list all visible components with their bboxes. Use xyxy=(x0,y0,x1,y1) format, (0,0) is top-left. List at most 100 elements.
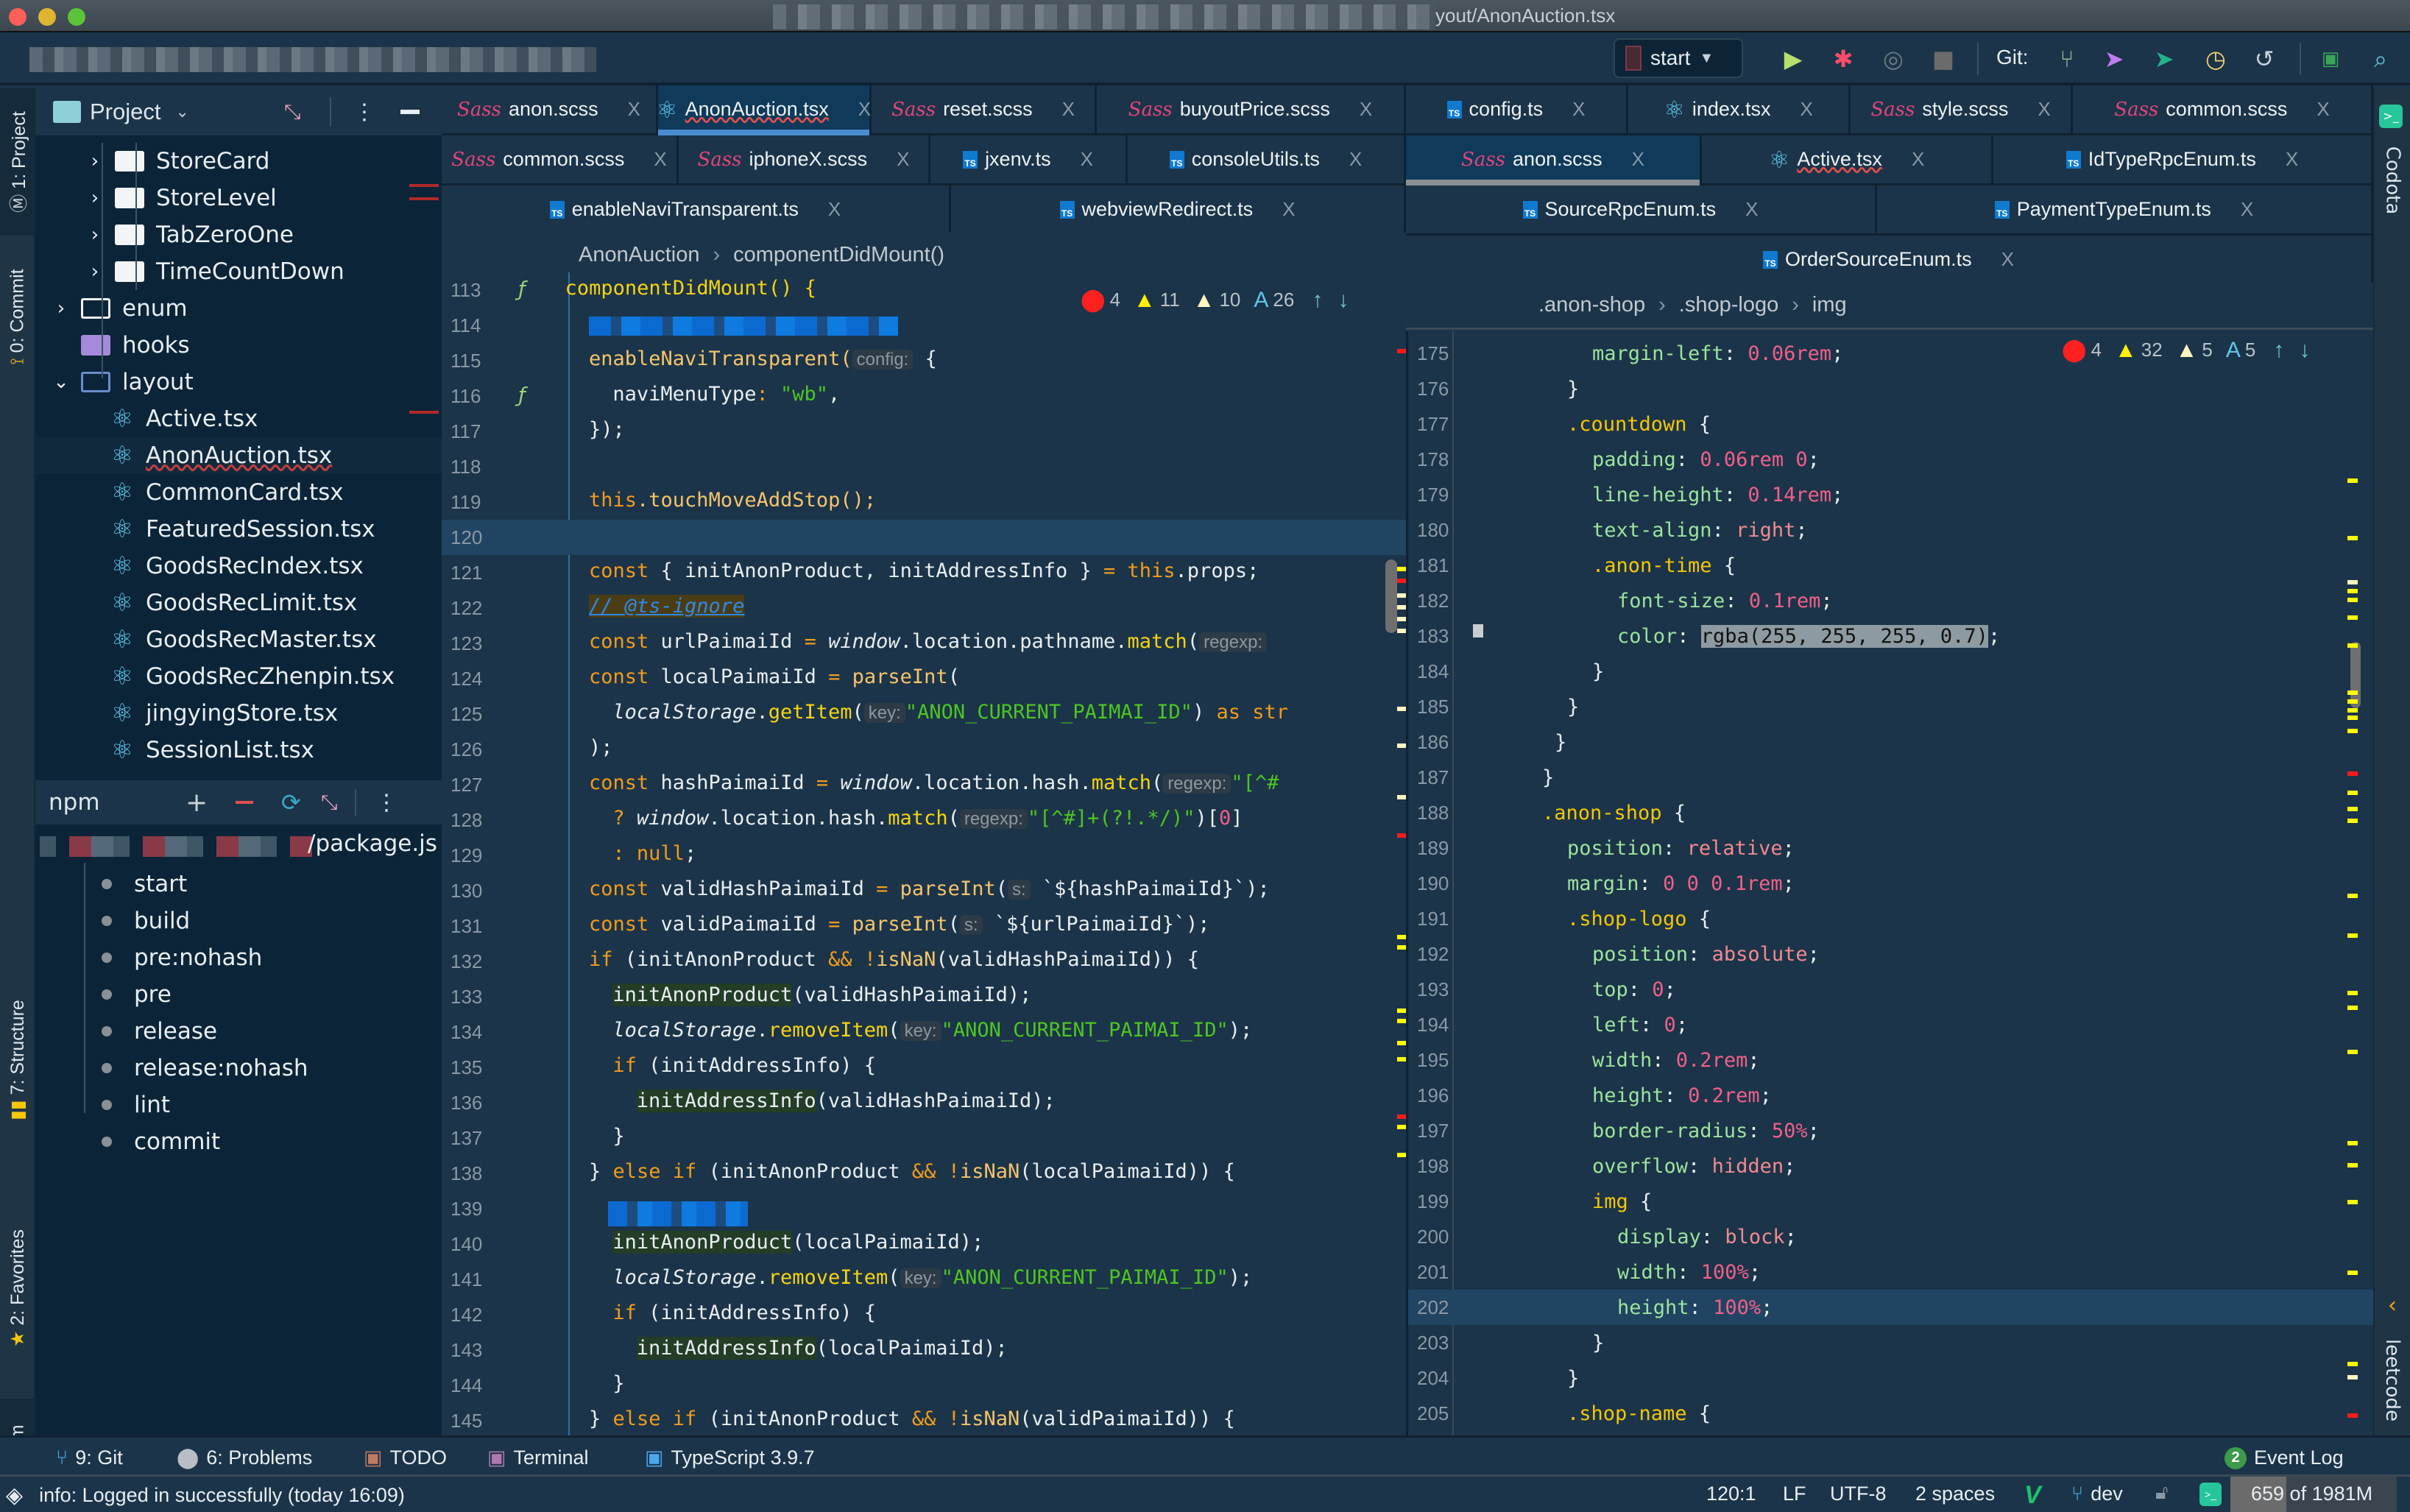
error-stripe-mark[interactable] xyxy=(2347,1200,2358,1204)
tool-window-problems[interactable]: ⬤ 6: Problems xyxy=(177,1446,312,1469)
error-stripe-mark[interactable] xyxy=(1397,1057,1406,1061)
error-stripe-mark[interactable] xyxy=(1397,629,1406,633)
close-tab-icon[interactable]: X xyxy=(1349,148,1362,171)
tool-tab-codota[interactable]: Codota xyxy=(2375,133,2410,228)
npm-script-item[interactable]: release xyxy=(102,1013,217,1050)
tool-window-terminal[interactable]: ▣ Terminal xyxy=(487,1446,589,1469)
error-stripe-mark[interactable] xyxy=(2347,1375,2358,1379)
error-stripe-mark[interactable] xyxy=(2347,580,2358,584)
close-tab-icon[interactable]: X xyxy=(2001,248,2014,271)
npm-script-item[interactable]: commit xyxy=(102,1123,220,1160)
tree-item[interactable]: › StoreLevel xyxy=(35,180,442,216)
close-tab-icon[interactable]: X xyxy=(1745,198,1758,221)
error-stripe-mark[interactable] xyxy=(2347,933,2358,938)
tree-item[interactable]: ⚛ GoodsRecMaster.tsx xyxy=(35,621,442,658)
error-stripe-mark[interactable] xyxy=(2347,791,2358,795)
close-tab-icon[interactable]: X xyxy=(897,148,909,171)
editor-tab[interactable]: TS jxenv.ts X xyxy=(930,135,1128,183)
memory-indicator[interactable]: 659 of 1981M xyxy=(2230,1477,2397,1512)
implementation-gutter-icon[interactable]: ƒ xyxy=(518,277,526,301)
refresh-icon[interactable]: ⟳ xyxy=(281,788,301,816)
error-stripe-mark[interactable] xyxy=(2347,1050,2358,1054)
editor-tab[interactable]: Sass buyoutPrice.scss X xyxy=(1097,85,1406,133)
debug-icon[interactable]: ✱ xyxy=(1828,44,1858,74)
tree-item[interactable]: › TimeCountDown xyxy=(35,253,442,290)
editor-tab[interactable]: ⚛ AnonAuction.tsx X xyxy=(657,85,872,135)
error-stripe-mark[interactable] xyxy=(1397,1041,1406,1045)
chevron-right-icon[interactable]: › xyxy=(50,297,72,319)
editor-tab[interactable]: Sass anon.scss X xyxy=(442,85,658,133)
tree-item[interactable]: ⚛ Active.tsx xyxy=(35,400,442,437)
npm-script-item[interactable]: pre xyxy=(102,976,172,1013)
editor-tab[interactable]: TS consoleUtils.ts X xyxy=(1128,135,1406,183)
error-stripe-mark[interactable] xyxy=(1397,593,1406,598)
editor-tab[interactable]: TS enableNaviTransparent.ts X xyxy=(442,186,951,233)
tool-tab-leetcode[interactable]: leetcode xyxy=(2375,1325,2410,1435)
error-stripe-mark[interactable] xyxy=(2347,1271,2358,1275)
error-stripe-mark[interactable] xyxy=(1397,707,1406,711)
right-code-editor[interactable]: ⬤ 4 ▲ 32 ▲ 5 A5 ↑ ↓ 175 margin-left: 0.06rem… xyxy=(1406,331,2373,1435)
tree-item[interactable]: ⚛ SessionList.tsx xyxy=(35,732,442,769)
codota-status-icon[interactable]: >_ xyxy=(2199,1483,2222,1506)
breadcrumb-item[interactable]: AnonAuction xyxy=(579,243,699,267)
editor-tab[interactable]: TS webviewRedirect.ts X xyxy=(951,186,1406,233)
tree-item[interactable]: ⚛ GoodsRecZhenpin.tsx xyxy=(35,658,442,695)
tree-item[interactable]: › enum xyxy=(35,290,442,327)
error-stripe-mark[interactable] xyxy=(2347,1413,2358,1418)
error-stripe-mark[interactable] xyxy=(2347,729,2358,733)
close-tab-icon[interactable]: X xyxy=(1632,148,1644,171)
collapse-all-icon[interactable]: ⤡ xyxy=(284,100,300,124)
close-tab-icon[interactable]: X xyxy=(1062,98,1075,121)
error-stripe-mark[interactable] xyxy=(2347,708,2358,713)
error-stripe-mark[interactable] xyxy=(2347,1362,2358,1366)
event-log[interactable]: 2 Event Log xyxy=(2225,1446,2344,1469)
tree-item[interactable]: ⚛ jingyingStore.tsx xyxy=(35,695,442,732)
editor-tab[interactable]: TS SourceRpcEnum.ts X xyxy=(1406,186,1877,233)
tree-item[interactable]: hooks xyxy=(35,327,442,364)
error-stripe-mark[interactable] xyxy=(1397,795,1406,799)
error-stripe-mark[interactable] xyxy=(1397,1153,1406,1157)
close-tab-icon[interactable]: X xyxy=(1572,98,1585,121)
close-tab-icon[interactable]: X xyxy=(2241,198,2253,221)
tree-item[interactable]: › StoreCard xyxy=(35,143,442,180)
readonly-lock-icon[interactable]: 🔓︎ xyxy=(2155,1481,2169,1505)
error-stripe-mark[interactable] xyxy=(1397,349,1406,353)
caret-position[interactable]: 120:1 xyxy=(1706,1483,1756,1505)
tool-window-typescript[interactable]: ▣ TypeScript 3.9.7 xyxy=(645,1446,815,1469)
status-message[interactable]: ◈ info: Logged in successfully (today 16… xyxy=(6,1483,405,1508)
editor-tab[interactable]: Sass common.scss X xyxy=(2073,85,2373,133)
run-with-coverage-icon[interactable]: ◎ xyxy=(1879,44,1908,74)
error-stripe-mark[interactable] xyxy=(2347,690,2358,695)
line-separator[interactable]: LF xyxy=(1783,1483,1806,1505)
close-tab-icon[interactable]: X xyxy=(1800,98,1812,121)
run-icon[interactable]: ▶ xyxy=(1778,44,1808,74)
breadcrumb-item[interactable]: .shop-logo xyxy=(1679,293,1778,317)
editor-scrollbar-thumb[interactable] xyxy=(1385,559,1397,633)
tree-item[interactable]: ⚛ CommonCard.tsx xyxy=(35,474,442,511)
npm-script-item[interactable]: pre:nohash xyxy=(102,939,262,976)
breadcrumb-item[interactable]: componentDidMount() xyxy=(733,243,944,267)
close-tab-icon[interactable]: X xyxy=(654,148,666,171)
editor-tab[interactable]: ⚛ index.tsx X xyxy=(1628,85,1851,133)
error-stripe-mark[interactable] xyxy=(2347,1163,2358,1167)
tree-item[interactable]: › TabZeroOne xyxy=(35,216,442,253)
editor-tab[interactable]: ⚛ Active.tsx X xyxy=(1702,135,1993,183)
remove-icon[interactable] xyxy=(236,801,253,804)
error-stripe-mark[interactable] xyxy=(1397,1114,1406,1119)
error-stripe-mark[interactable] xyxy=(2347,819,2358,823)
error-stripe-mark[interactable] xyxy=(2347,1141,2358,1145)
close-tab-icon[interactable]: X xyxy=(2038,98,2050,121)
close-tab-icon[interactable]: X xyxy=(1081,148,1093,171)
error-stripe-mark[interactable] xyxy=(2347,894,2358,898)
close-window-button[interactable] xyxy=(9,8,26,26)
vue-plugin-icon[interactable]: V xyxy=(2024,1481,2041,1510)
bookmark-gutter-icon[interactable] xyxy=(1473,624,1483,637)
error-stripe-mark[interactable] xyxy=(2347,771,2358,776)
error-stripe-mark[interactable] xyxy=(1397,1019,1406,1023)
error-stripe-mark[interactable] xyxy=(1397,1125,1406,1129)
close-tab-icon[interactable]: X xyxy=(2286,148,2298,171)
editor-tab[interactable]: TS config.ts X xyxy=(1406,85,1628,133)
add-icon[interactable]: + xyxy=(185,788,208,818)
editor-tab[interactable]: Sass iphoneX.scss X xyxy=(679,135,930,183)
editor-tab[interactable]: Sass reset.scss X xyxy=(872,85,1097,133)
